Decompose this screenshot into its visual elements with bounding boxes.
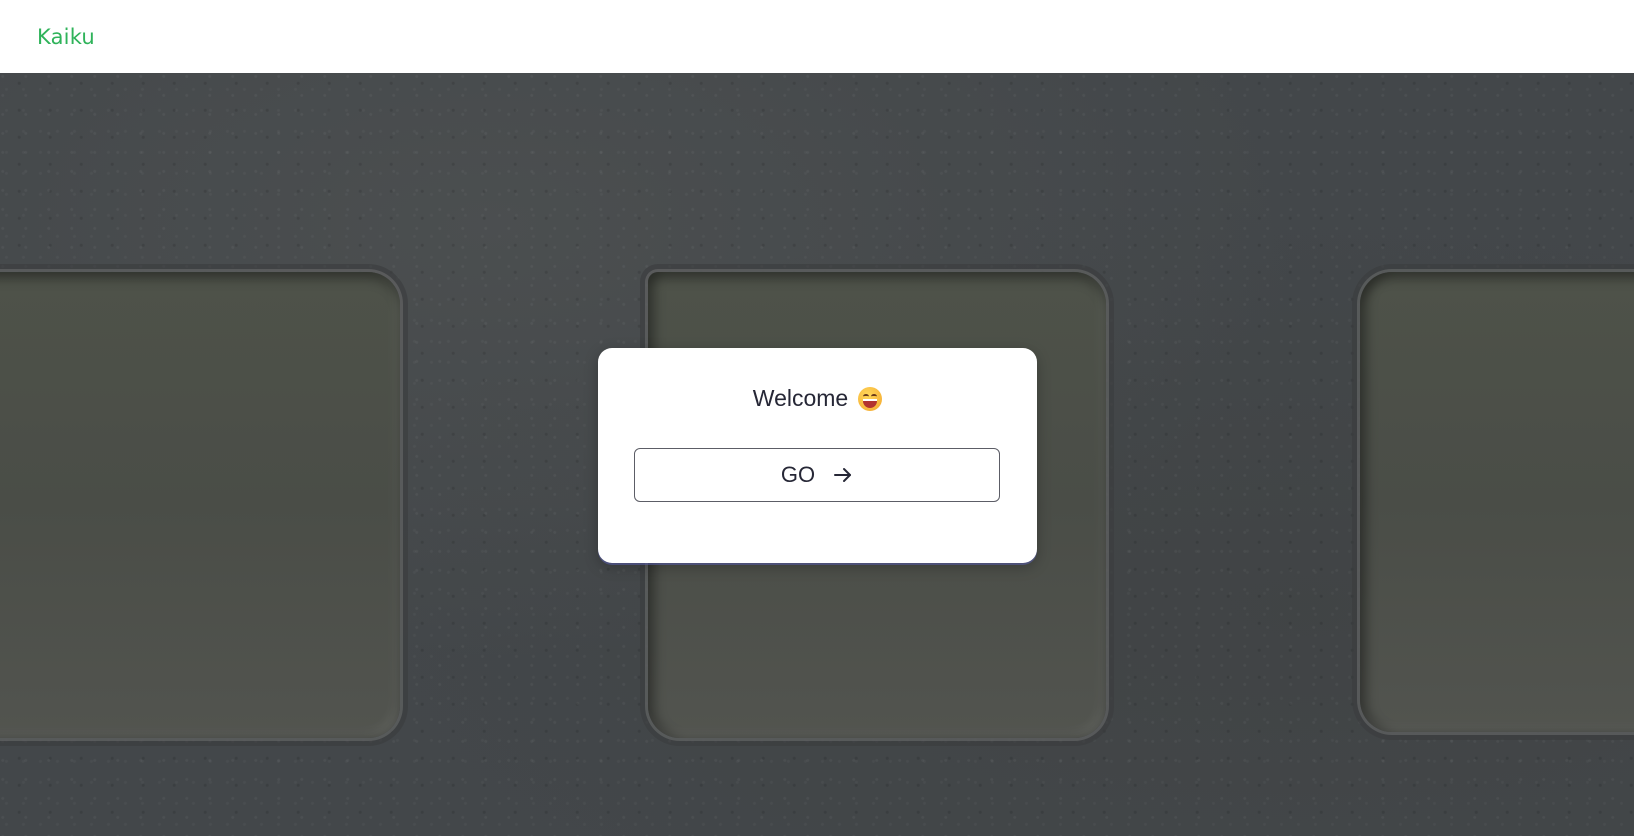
welcome-heading: Welcome: [598, 385, 1037, 412]
concrete-window-right: [1360, 272, 1634, 732]
top-header: Kaiku: [0, 0, 1634, 73]
brand-link[interactable]: Kaiku: [37, 25, 95, 49]
go-button-label: GO: [780, 462, 816, 487]
go-button[interactable]: GO: [634, 448, 1000, 502]
grinning-face-icon: [858, 386, 883, 411]
welcome-card: Welcome GO: [598, 348, 1037, 563]
concrete-window-left: [0, 272, 400, 738]
arrow-right-icon: [833, 465, 853, 485]
welcome-text: Welcome: [752, 385, 849, 411]
